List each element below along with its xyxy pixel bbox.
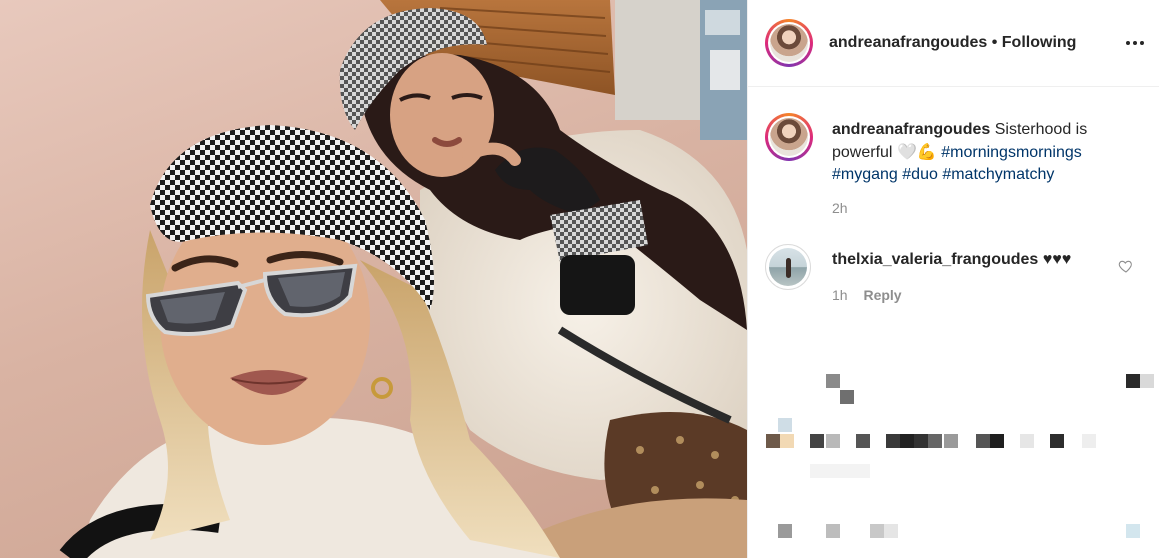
comment-meta: 1h Reply (832, 287, 902, 303)
post-sidebar: andreanafrangoudes • Following andreanaf… (747, 0, 1159, 558)
author-username[interactable]: andreanafrangoudes (829, 34, 987, 51)
comment-text: ♥♥♥ (1042, 251, 1072, 268)
post-caption: andreanafrangoudes Sisterhood is powerfu… (832, 119, 1132, 186)
hashtag-link[interactable]: #matchymatchy (942, 166, 1054, 183)
post-header-text: andreanafrangoudes • Following (829, 34, 1076, 52)
caption-avatar[interactable] (765, 113, 813, 161)
comment-username[interactable]: thelxia_valeria_frangoudes (832, 251, 1038, 268)
post-photo[interactable] (0, 0, 747, 558)
heart-icon[interactable] (1118, 258, 1134, 274)
hashtag-link[interactable]: #duo (902, 166, 938, 183)
photo-illustration (59, 0, 747, 558)
header-separator: • (991, 34, 998, 51)
hashtag-link[interactable]: #morningsmornings (941, 144, 1082, 161)
caption-timestamp[interactable]: 2h (832, 200, 848, 216)
reply-button[interactable]: Reply (863, 287, 901, 303)
more-options-icon[interactable] (1122, 33, 1148, 53)
post-header: andreanafrangoudes • Following (748, 0, 1159, 87)
caption-emoji: 🤍💪 (896, 142, 937, 161)
commenter-avatar[interactable] (765, 244, 811, 290)
hashtag-link[interactable]: #mygang (832, 166, 898, 183)
comment: thelxia_valeria_frangoudes ♥♥♥ (832, 249, 1112, 271)
follow-status-button[interactable]: Following (1002, 34, 1077, 51)
caption-username[interactable]: andreanafrangoudes (832, 121, 990, 138)
comment-timestamp[interactable]: 1h (832, 287, 848, 303)
author-avatar[interactable] (765, 19, 813, 67)
